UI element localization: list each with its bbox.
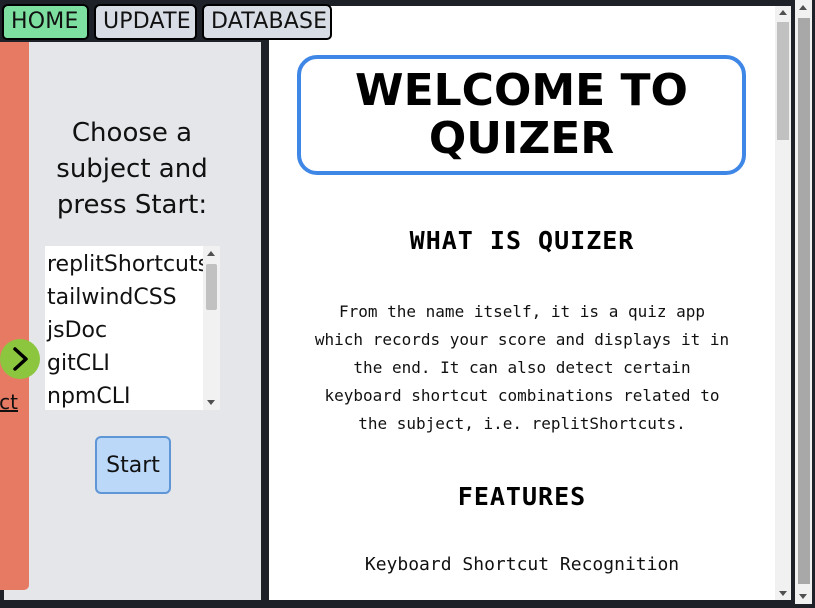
scroll-down-arrow-icon[interactable] bbox=[799, 594, 807, 599]
welcome-title: WELCOME TO QUIZER bbox=[355, 65, 688, 164]
features-heading: FEATURES bbox=[457, 482, 587, 511]
scroll-up-arrow-icon[interactable] bbox=[207, 251, 215, 256]
content-scrollbar[interactable] bbox=[775, 6, 791, 600]
what-is-heading: WHAT IS QUIZER bbox=[409, 226, 635, 255]
subject-option[interactable]: gitCLI bbox=[47, 347, 110, 380]
scroll-down-arrow-icon[interactable] bbox=[779, 591, 787, 596]
welcome-banner: WELCOME TO QUIZER bbox=[297, 55, 746, 175]
tab-update[interactable]: UPDATE bbox=[94, 4, 197, 40]
start-button[interactable]: Start bbox=[95, 436, 171, 494]
drawer-link[interactable]: ct bbox=[0, 390, 18, 414]
tab-database[interactable]: DATABASE bbox=[202, 4, 332, 40]
listbox-scrollbar[interactable] bbox=[203, 246, 220, 410]
subject-option[interactable]: npmCLI bbox=[47, 380, 130, 413]
chevron-right-icon bbox=[13, 347, 28, 371]
main-content: WELCOME TO QUIZER WHAT IS QUIZER From th… bbox=[269, 6, 775, 600]
page-scroll-thumb[interactable] bbox=[798, 18, 810, 584]
subject-prompt: Choose a subject and press Start: bbox=[56, 118, 208, 220]
what-is-text: From the name itself, it is a quiz app w… bbox=[314, 302, 730, 433]
subject-option[interactable]: tailwindCSS bbox=[47, 281, 177, 314]
tab-home[interactable]: HOME bbox=[2, 4, 89, 40]
drawer-toggle-button[interactable] bbox=[0, 339, 40, 379]
scroll-down-arrow-icon[interactable] bbox=[207, 400, 215, 405]
page-scrollbar[interactable] bbox=[795, 0, 812, 604]
side-drawer bbox=[0, 42, 29, 590]
tab-bar: HOME UPDATE DATABASE bbox=[0, 0, 815, 44]
subject-listbox[interactable]: replitShortcuts tailwindCSS jsDoc gitCLI… bbox=[45, 246, 220, 410]
subject-option[interactable]: replitShortcuts bbox=[47, 248, 209, 281]
listbox-scroll-thumb[interactable] bbox=[206, 264, 217, 310]
feature-item: Keyboard Shortcut Recognition bbox=[364, 554, 680, 575]
panel-divider bbox=[261, 42, 269, 600]
subject-option[interactable]: jsDoc bbox=[47, 314, 107, 347]
